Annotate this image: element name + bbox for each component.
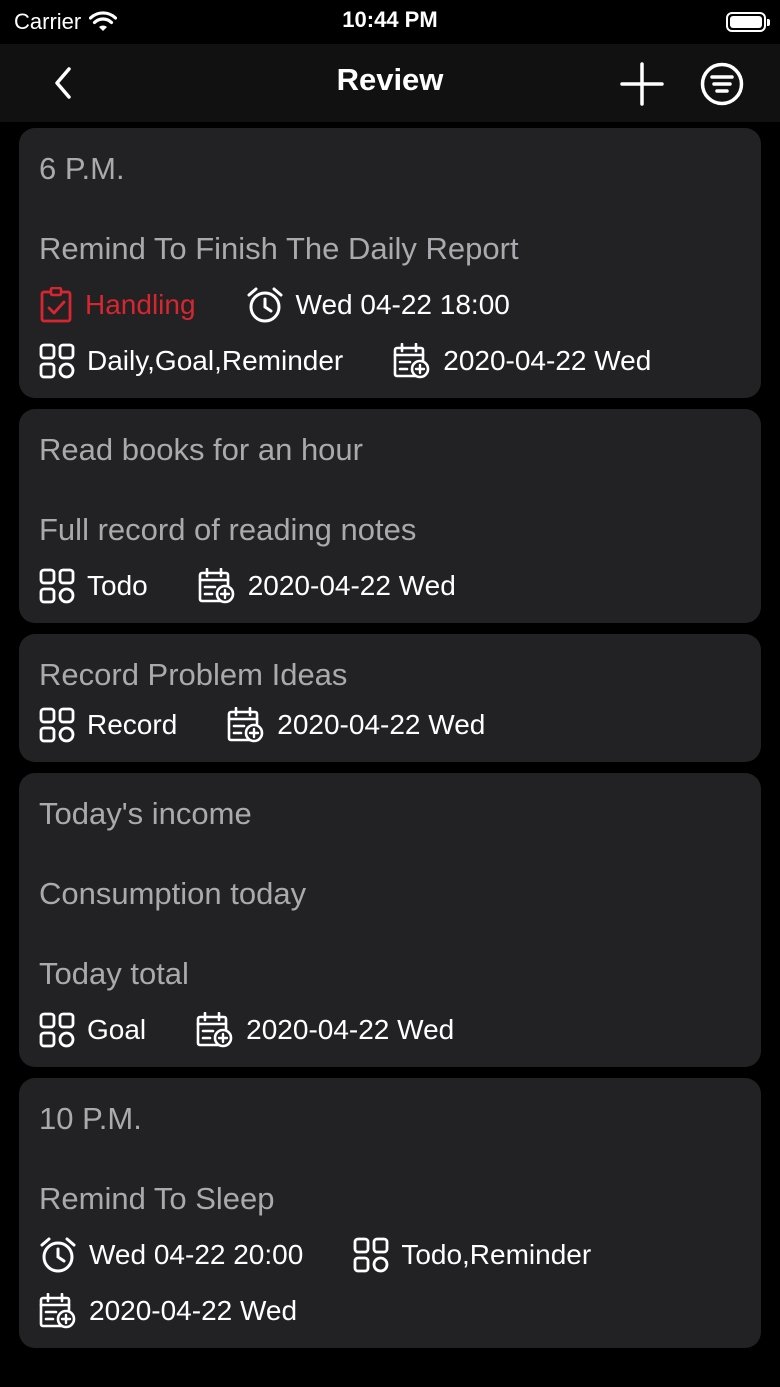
tags-label: Record	[87, 709, 178, 740]
filter-button[interactable]	[694, 56, 750, 112]
tags-label: Todo,Reminder	[401, 1239, 592, 1270]
status-badge: Handling	[39, 287, 196, 323]
calendar-add-icon	[393, 343, 430, 379]
alarm-time: Wed 04-22 20:00	[39, 1236, 303, 1274]
calendar-add-icon	[39, 1293, 76, 1329]
alarm-clock-icon	[40, 1237, 76, 1273]
card-title: Record Problem Ideas	[39, 657, 348, 692]
category-grid-icon	[39, 343, 75, 379]
list-item[interactable]: 10 P.M. Remind To Sleep Wed 04-22 20:00 …	[19, 1078, 761, 1348]
card-date: 2020-04-22 Wed	[196, 1012, 454, 1048]
category-grid-icon	[39, 1012, 75, 1048]
card-tags: Todo	[39, 568, 148, 604]
card-meta-row: Todo 2020-04-22 Wed	[39, 563, 741, 609]
status-bar: Carrier 10:44 PM	[0, 0, 780, 44]
date-label: 2020-04-22 Wed	[89, 1295, 298, 1326]
card-note: Remind To Sleep	[39, 1181, 275, 1216]
card-note: Consumption today	[39, 876, 307, 911]
card-note: Full record of reading notes	[39, 512, 417, 547]
tags-label: Daily,Goal,Reminder	[87, 345, 344, 376]
card-meta-row: 2020-04-22 Wed	[39, 1288, 741, 1334]
alarm-clock-icon	[247, 287, 283, 323]
card-meta-row: Wed 04-22 20:00 Todo,Reminder	[39, 1232, 741, 1278]
alarm-label: Wed 04-22 18:00	[295, 289, 510, 320]
wifi-icon	[89, 11, 118, 31]
card-meta-row: Handling Wed 04-22 18:00	[39, 282, 741, 328]
card-tags: Todo,Reminder	[353, 1237, 591, 1273]
calendar-add-icon	[196, 1012, 233, 1048]
alarm-label: Wed 04-22 20:00	[89, 1239, 304, 1270]
calendar-add-icon	[198, 568, 235, 604]
date-label: 2020-04-22 Wed	[246, 1014, 455, 1045]
calendar-add-icon	[227, 707, 264, 743]
plus-icon	[620, 62, 664, 106]
card-date: 2020-04-22 Wed	[39, 1293, 297, 1329]
alarm-time: Wed 04-22 18:00	[246, 286, 510, 324]
card-date: 2020-04-22 Wed	[227, 707, 485, 743]
category-grid-icon	[39, 568, 75, 604]
status-left: Carrier	[14, 9, 118, 35]
card-note: Remind To Finish The Daily Report	[39, 231, 519, 266]
card-date: 2020-04-22 Wed	[198, 568, 456, 604]
card-title: Read books for an hour	[39, 432, 363, 467]
date-label: 2020-04-22 Wed	[247, 570, 456, 601]
carrier-label: Carrier	[14, 9, 82, 34]
category-grid-icon	[39, 707, 75, 743]
list-item[interactable]: Read books for an hour Full record of re…	[19, 409, 761, 623]
category-grid-icon	[353, 1237, 389, 1273]
status-label: Handling	[85, 289, 196, 320]
tags-label: Todo	[87, 570, 148, 601]
add-button[interactable]	[614, 56, 670, 112]
card-title: 10 P.M.	[39, 1101, 142, 1136]
card-title: 6 P.M.	[39, 151, 125, 186]
card-tags: Record	[39, 707, 177, 743]
battery-icon	[726, 12, 770, 32]
card-tags: Goal	[39, 1012, 146, 1048]
date-label: 2020-04-22 Wed	[277, 709, 486, 740]
card-meta-row: Record 2020-04-22 Wed	[39, 702, 741, 748]
back-button[interactable]	[38, 58, 88, 108]
filter-list-icon	[700, 62, 744, 106]
card-title: Today's income	[39, 796, 252, 831]
date-label: 2020-04-22 Wed	[443, 345, 652, 376]
tags-label: Goal	[87, 1014, 147, 1045]
list-item[interactable]: Record Problem Ideas Record 2020-04-22 W…	[19, 634, 761, 762]
card-meta-row: Goal 2020-04-22 Wed	[39, 1007, 741, 1053]
card-meta-row: Daily,Goal,Reminder 2020-04-22 Wed	[39, 338, 741, 384]
review-list[interactable]: 6 P.M. Remind To Finish The Daily Report…	[0, 122, 780, 1387]
card-note: Today total	[39, 956, 189, 991]
list-item[interactable]: Today's income Consumption today Today t…	[19, 773, 761, 1067]
card-tags: Daily,Goal,Reminder	[39, 343, 343, 379]
card-date: 2020-04-22 Wed	[393, 343, 651, 379]
navigation-bar: Review	[0, 44, 780, 122]
list-item[interactable]: 6 P.M. Remind To Finish The Daily Report…	[19, 128, 761, 398]
chevron-left-icon	[55, 67, 71, 99]
clipboard-check-icon	[40, 287, 72, 323]
